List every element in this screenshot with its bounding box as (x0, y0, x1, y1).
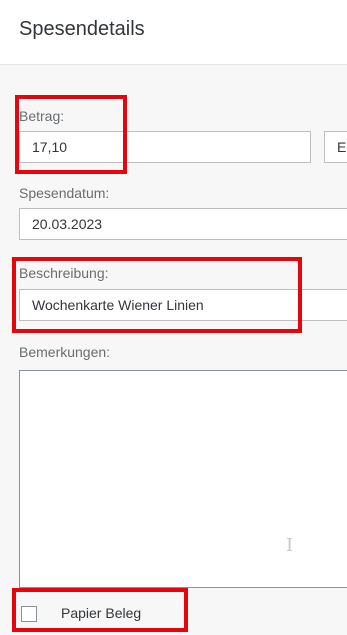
spesendatum-label: Spesendatum: (19, 185, 110, 201)
bemerkungen-textarea[interactable] (19, 370, 347, 588)
page-title: Spesendetails (19, 18, 145, 40)
text-cursor-icon: I (286, 535, 294, 556)
highlight-beschreibung (12, 257, 302, 333)
currency-select[interactable]: EUR (324, 131, 347, 163)
dialog-header: Spesendetails (0, 0, 347, 65)
spesendatum-input[interactable]: 20.03.2023 (19, 208, 347, 240)
highlight-betrag (15, 95, 127, 174)
highlight-papier-beleg (12, 588, 188, 632)
bemerkungen-label: Bemerkungen: (19, 344, 111, 360)
